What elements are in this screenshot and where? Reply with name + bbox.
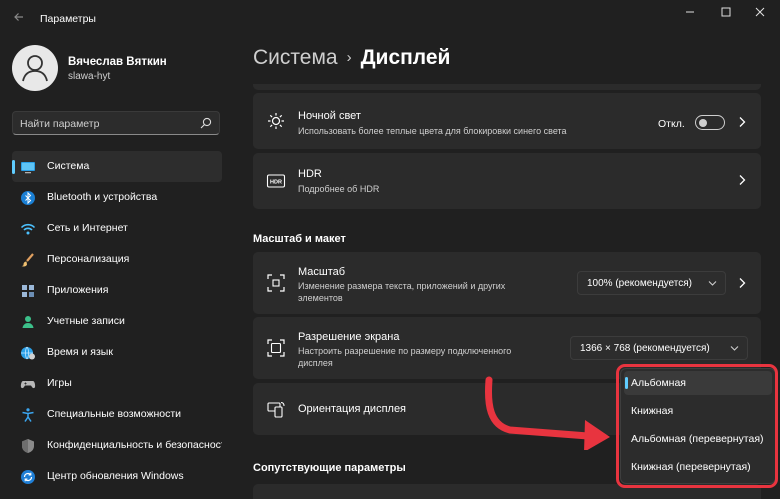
sidebar-item-label: Персонализация: [47, 253, 130, 265]
night-light-title: Ночной свет: [298, 110, 361, 122]
sidebar-item-apps[interactable]: Приложения: [12, 275, 222, 306]
search-input[interactable]: [20, 116, 200, 131]
minimize-icon[interactable]: [676, 4, 704, 22]
sidebar-item-windows-update[interactable]: Центр обновления Windows: [12, 461, 222, 492]
update-icon: [21, 470, 35, 484]
resolution-title: Разрешение экрана: [298, 331, 400, 343]
sidebar-item-gaming[interactable]: Игры: [12, 368, 222, 399]
resolution-subtitle: Настроить разрешение по размеру подключе…: [298, 345, 548, 369]
app-title: Параметры: [40, 13, 96, 25]
breadcrumb: Система › Дисплей: [253, 46, 450, 70]
chevron-down-icon: [730, 346, 739, 351]
settings-card-previous: [253, 84, 761, 90]
sidebar-item-system[interactable]: Система: [12, 151, 222, 182]
apps-icon: [22, 285, 34, 297]
resize-icon: [267, 274, 285, 292]
maximize-icon[interactable]: [712, 4, 740, 22]
sidebar-item-label: Центр обновления Windows: [47, 470, 184, 482]
hdr-icon: HDR: [266, 174, 286, 188]
night-light-card[interactable]: Ночной свет Использовать более теплые цв…: [253, 93, 761, 149]
search-box[interactable]: [12, 111, 220, 135]
sidebar-item-label: Время и язык: [47, 346, 113, 358]
breadcrumb-parent[interactable]: Система: [253, 46, 338, 69]
sidebar-item-label: Учетные записи: [47, 315, 125, 327]
resolution-subtitle-line: дисплея: [298, 358, 333, 368]
arrow-left-icon[interactable]: [10, 9, 28, 27]
sidebar-item-bluetooth[interactable]: Bluetooth и устройства: [12, 182, 222, 213]
sidebar-item-label: Приложения: [47, 284, 109, 296]
scale-title: Масштаб: [298, 266, 346, 278]
night-light-state: Откл.: [658, 118, 685, 130]
brightness-icon: [268, 113, 284, 129]
gamepad-icon: [20, 381, 36, 389]
shield-icon: [22, 439, 34, 453]
person-icon: [22, 55, 48, 82]
annotation-highlight-box: [616, 364, 778, 488]
globe-clock-icon: [21, 346, 35, 360]
section-scale-layout: Масштаб и макет: [253, 233, 346, 245]
night-light-subtitle: Использовать более теплые цвета для блок…: [298, 126, 567, 136]
chevron-right-icon[interactable]: [737, 116, 747, 128]
accounts-icon: [22, 316, 34, 328]
sidebar-item-label: Игры: [47, 377, 72, 389]
sidebar-item-privacy[interactable]: Конфиденциальность и безопасность: [12, 430, 222, 461]
bluetooth-icon: [21, 191, 35, 205]
scale-subtitle: Изменение размера текста, приложений и д…: [298, 280, 548, 304]
search-icon[interactable]: [199, 116, 213, 130]
user-login: slawa-hyt: [68, 71, 111, 82]
scale-dropdown[interactable]: 100% (рекомендуется): [577, 271, 726, 295]
toggle-knob: [699, 119, 707, 127]
section-related: Сопутствующие параметры: [253, 462, 406, 474]
svg-text:HDR: HDR: [270, 180, 282, 186]
orientation-icon: [267, 402, 285, 418]
accessibility-icon: [22, 408, 34, 422]
wifi-icon: [20, 223, 36, 235]
brush-icon: [21, 253, 34, 267]
night-light-toggle[interactable]: [695, 115, 725, 130]
hdr-subtitle: Подробнее об HDR: [298, 184, 380, 194]
sidebar-item-accounts[interactable]: Учетные записи: [12, 306, 222, 337]
scale-subtitle-line: элементов: [298, 293, 343, 303]
sidebar-item-label: Сеть и Интернет: [47, 222, 128, 234]
page-title: Дисплей: [360, 46, 451, 69]
chevron-right-icon[interactable]: [737, 174, 747, 186]
sidebar-item-label: Конфиденциальность и безопасность: [47, 439, 222, 451]
user-name: Вячеслав Вяткин: [68, 56, 167, 68]
scale-card[interactable]: Масштаб Изменение размера текста, прилож…: [253, 252, 761, 314]
scale-subtitle-line: Изменение размера текста, приложений и д…: [298, 281, 506, 291]
sidebar-item-label: Специальные возможности: [47, 408, 182, 420]
sidebar-item-personalization[interactable]: Персонализация: [12, 244, 222, 275]
monitor-icon: [21, 162, 35, 174]
sidebar-item-time-language[interactable]: Время и язык: [12, 337, 222, 368]
chevron-right-icon[interactable]: [737, 277, 747, 289]
breadcrumb-separator: ›: [346, 49, 352, 66]
sidebar-nav: Система Bluetooth и устройства Сеть и Ин…: [12, 151, 222, 492]
sidebar-item-network[interactable]: Сеть и Интернет: [12, 213, 222, 244]
sidebar-item-label: Система: [47, 160, 90, 172]
hdr-card[interactable]: HDR HDR Подробнее об HDR: [253, 153, 761, 209]
chevron-down-icon: [708, 281, 717, 286]
close-icon[interactable]: [746, 4, 774, 22]
sidebar-item-accessibility[interactable]: Специальные возможности: [12, 399, 222, 430]
orientation-title: Ориентация дисплея: [298, 403, 407, 415]
resolution-dropdown-value: 1366 × 768 (рекомендуется): [580, 343, 710, 354]
resolution-dropdown[interactable]: 1366 × 768 (рекомендуется): [570, 336, 748, 360]
hdr-title: HDR: [298, 168, 322, 180]
title-bar: Параметры: [0, 0, 780, 36]
scale-dropdown-value: 100% (рекомендуется): [587, 278, 692, 289]
annotation-arrow: [485, 376, 610, 450]
avatar[interactable]: [12, 45, 58, 91]
resolution-icon: [267, 339, 285, 357]
sidebar-item-label: Bluetooth и устройства: [47, 191, 158, 203]
resolution-subtitle-line: Настроить разрешение по размеру подключе…: [298, 346, 512, 356]
